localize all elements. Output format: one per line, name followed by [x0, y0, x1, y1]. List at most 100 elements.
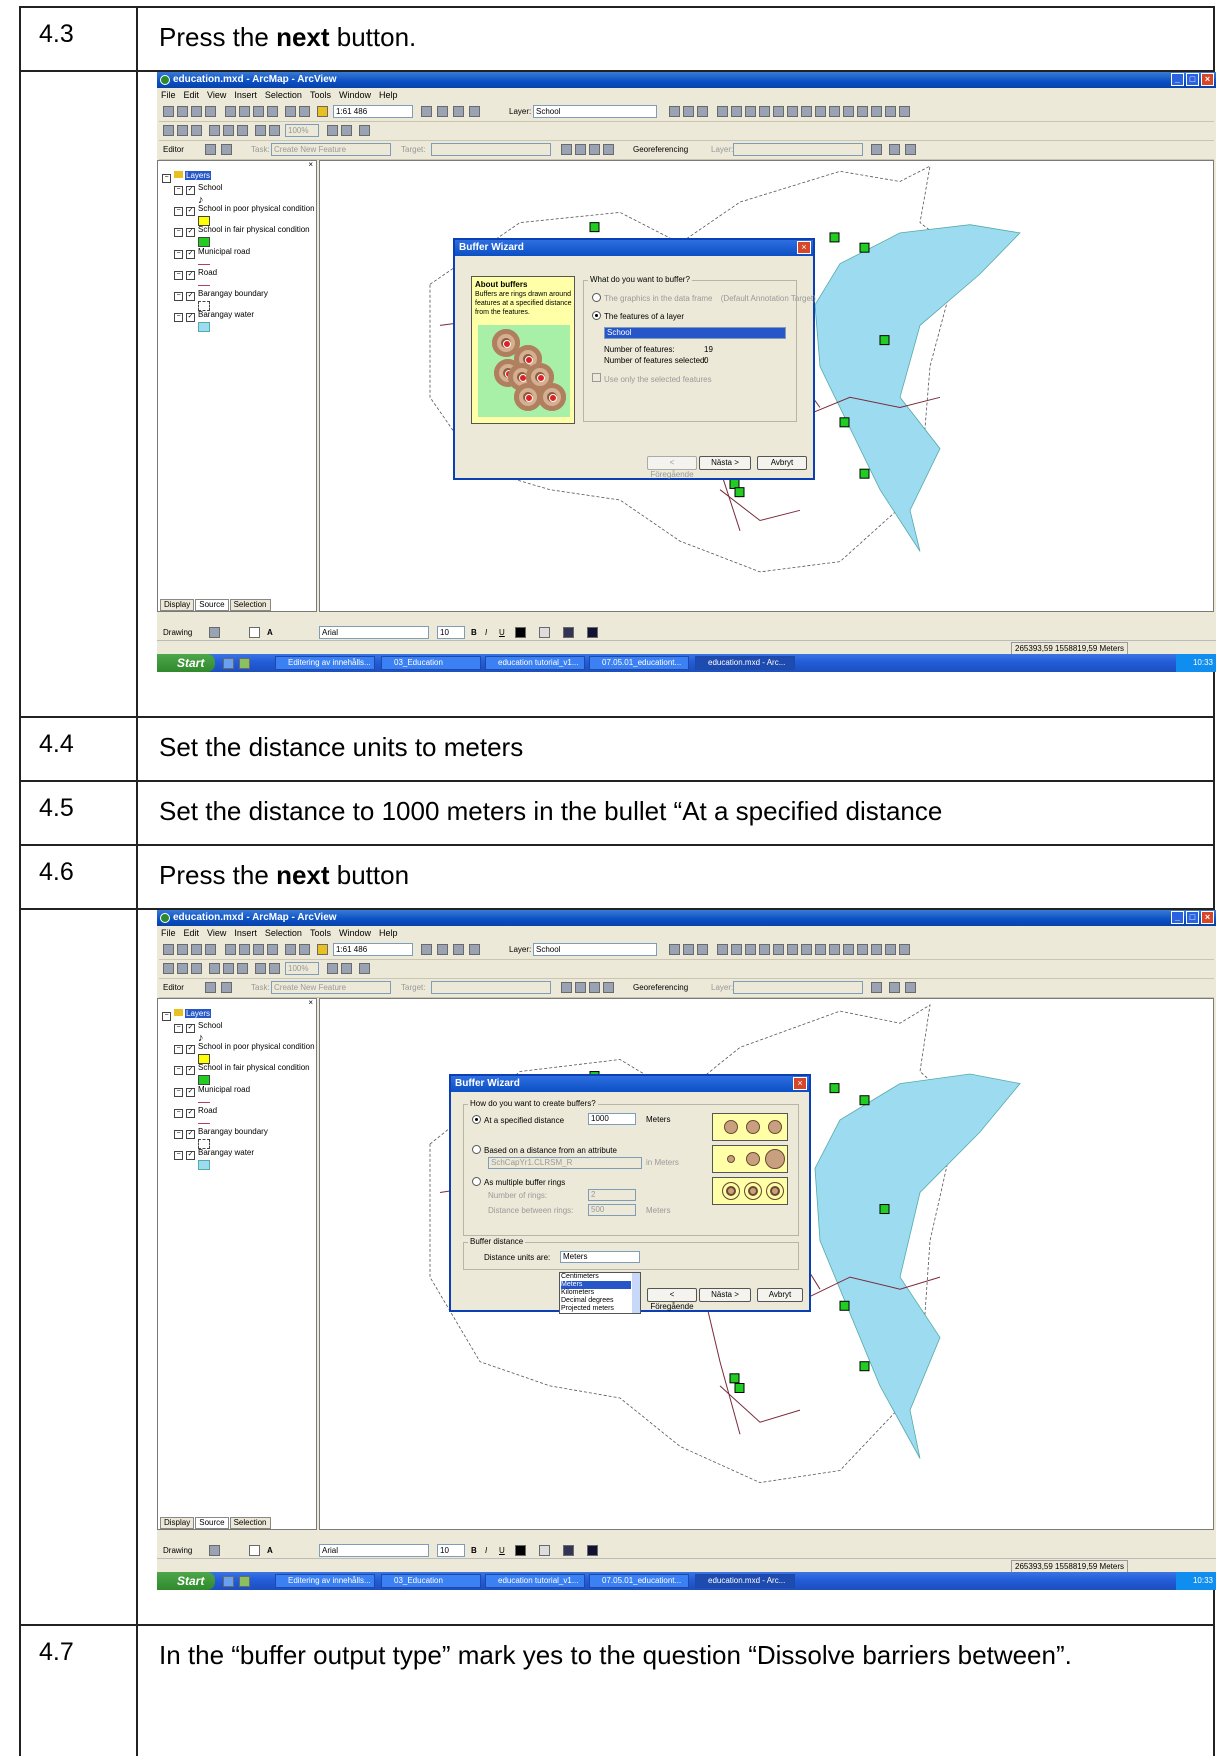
layout-forward-icon[interactable] — [269, 125, 280, 136]
menu-file[interactable]: File — [161, 88, 176, 102]
layer-visibility-checkbox[interactable]: ✓ — [186, 1151, 195, 1161]
collapse-icon[interactable]: − — [174, 1087, 183, 1097]
rectangle-icon[interactable] — [249, 627, 260, 638]
save-icon[interactable] — [191, 944, 202, 955]
menu-window[interactable]: Window — [339, 926, 371, 940]
fixed-zoom-out-icon[interactable] — [759, 106, 770, 117]
radio-attribute[interactable] — [472, 1145, 481, 1154]
back-extent-icon[interactable] — [801, 106, 812, 117]
back-button[interactable]: < Föregående — [647, 456, 697, 479]
view-link-table-icon[interactable] — [905, 144, 916, 155]
pan-icon[interactable] — [773, 944, 784, 955]
maximize-button[interactable]: □ — [1186, 73, 1199, 86]
delete-icon[interactable] — [267, 106, 278, 117]
collapse-icon[interactable]: − — [174, 249, 183, 259]
fixed-zoom-out-icon[interactable] — [759, 944, 770, 955]
find-icon[interactable] — [871, 944, 882, 955]
start-button[interactable]: Start — [157, 1572, 215, 1590]
rotate-georef-icon[interactable] — [871, 982, 882, 993]
quick-launch-icon[interactable] — [223, 658, 234, 669]
layer-visibility-checkbox[interactable]: ✓ — [186, 1108, 195, 1118]
taskbar-window-button[interactable]: 03_Education — [381, 656, 481, 670]
toc-layer-item[interactable]: − ✓ Municipal road — [174, 247, 250, 259]
collapse-icon[interactable]: − — [174, 270, 183, 280]
layer-visibility-checkbox[interactable]: ✓ — [186, 270, 195, 280]
zoom-whole-page-icon[interactable] — [209, 125, 220, 136]
radio-multiple[interactable] — [472, 1177, 481, 1186]
units-option[interactable]: Meters — [561, 1281, 631, 1289]
distance-input[interactable]: 1000 — [588, 1113, 636, 1125]
font-combo[interactable]: Arial — [319, 1544, 429, 1557]
cut-icon[interactable] — [225, 106, 236, 117]
window-titlebar[interactable]: education.mxd - ArcMap - ArcView _ □ × — [157, 910, 1216, 926]
tab-display[interactable]: Display — [160, 1517, 195, 1529]
zoom-100-icon[interactable] — [223, 963, 234, 974]
rotate-icon[interactable] — [575, 982, 586, 993]
taskbar-window-button[interactable]: 07.05.01_educationt... — [589, 656, 689, 670]
back-extent-icon[interactable] — [801, 944, 812, 955]
close-button[interactable]: × — [1201, 73, 1214, 86]
georeferencing-menu[interactable]: Georeferencing — [633, 982, 688, 993]
taskbar-window-button[interactable]: education tutorial_v1... — [485, 1574, 585, 1588]
collapse-icon[interactable]: − — [174, 207, 183, 217]
paste-icon[interactable] — [253, 106, 264, 117]
taskbar-window-button[interactable]: Editering av innehålls... — [275, 1574, 375, 1588]
collapse-icon[interactable]: − — [174, 313, 183, 323]
target-combo[interactable] — [431, 143, 551, 156]
add-control-points-icon[interactable] — [889, 982, 900, 993]
layout-extent-icon[interactable] — [237, 125, 248, 136]
measure-icon[interactable] — [885, 106, 896, 117]
minimize-button[interactable]: _ — [1171, 73, 1184, 86]
layout-back-icon[interactable] — [255, 963, 266, 974]
menu-insert[interactable]: Insert — [234, 926, 257, 940]
command-line-icon[interactable] — [453, 106, 464, 117]
menu-selection[interactable]: Selection — [265, 926, 302, 940]
attributes-icon[interactable] — [589, 144, 600, 155]
fill-color-icon[interactable] — [539, 627, 550, 638]
tab-source[interactable]: Source — [195, 1517, 229, 1529]
identify-icon[interactable] — [857, 944, 868, 955]
marker-color-icon[interactable] — [587, 1545, 598, 1556]
hyperlink-icon[interactable] — [899, 106, 910, 117]
back-button[interactable]: < Föregående — [647, 1288, 697, 1311]
line-color-icon[interactable] — [563, 1545, 574, 1556]
use-selected-checkbox[interactable]: Use only the selected features — [592, 373, 712, 385]
select-features-icon[interactable] — [829, 106, 840, 117]
add-data-icon[interactable] — [317, 944, 328, 955]
toc-layer-item[interactable]: − ✓ School in fair physical condition — [174, 1063, 310, 1076]
fill-color-icon[interactable] — [539, 1545, 550, 1556]
georef-layer-combo[interactable] — [733, 143, 863, 156]
option-multiple-rings[interactable]: As multiple buffer rings — [472, 1177, 565, 1188]
font-color-icon[interactable] — [515, 627, 526, 638]
task-combo[interactable]: Create New Feature — [271, 143, 391, 156]
print-icon[interactable] — [205, 944, 216, 955]
zoom-out-icon[interactable] — [731, 106, 742, 117]
radio-graphics[interactable] — [592, 293, 601, 302]
option-specified-distance[interactable]: At a specified distance — [472, 1115, 564, 1126]
font-combo[interactable]: Arial — [319, 626, 429, 639]
minimize-button[interactable]: _ — [1171, 911, 1184, 924]
toc-close-icon[interactable]: × — [308, 998, 313, 1008]
taskbar-window-button[interactable]: education.mxd - Arc... — [695, 656, 795, 670]
identify-icon[interactable] — [857, 106, 868, 117]
editor-toolbar-icon[interactable] — [421, 944, 432, 955]
collapse-icon[interactable]: − — [174, 228, 183, 238]
taskbar-window-button[interactable]: education tutorial_v1... — [485, 656, 585, 670]
collapse-icon[interactable]: − — [174, 1024, 183, 1033]
toc-layer-item[interactable]: − ✓ Municipal road — [174, 1085, 250, 1097]
units-option[interactable]: Decimal degrees — [561, 1297, 631, 1305]
menu-insert[interactable]: Insert — [234, 88, 257, 102]
help-icon[interactable] — [469, 106, 480, 117]
full-extent-icon[interactable] — [787, 106, 798, 117]
toc-root-layers[interactable]: − Layers — [162, 171, 212, 183]
toggle-draft-icon[interactable] — [327, 125, 338, 136]
editor-toolbar-icon[interactable] — [421, 106, 432, 117]
dialog-close-button[interactable]: × — [797, 241, 811, 254]
toc-layer-item[interactable]: − ✓ Barangay water — [174, 310, 254, 323]
rectangle-icon[interactable] — [249, 1545, 260, 1556]
layout-zoom-in-icon[interactable] — [163, 125, 174, 136]
brightness-icon[interactable] — [683, 944, 694, 955]
new-icon[interactable] — [163, 944, 174, 955]
layer-visibility-checkbox[interactable]: ✓ — [186, 186, 195, 195]
undo-icon[interactable] — [285, 106, 296, 117]
